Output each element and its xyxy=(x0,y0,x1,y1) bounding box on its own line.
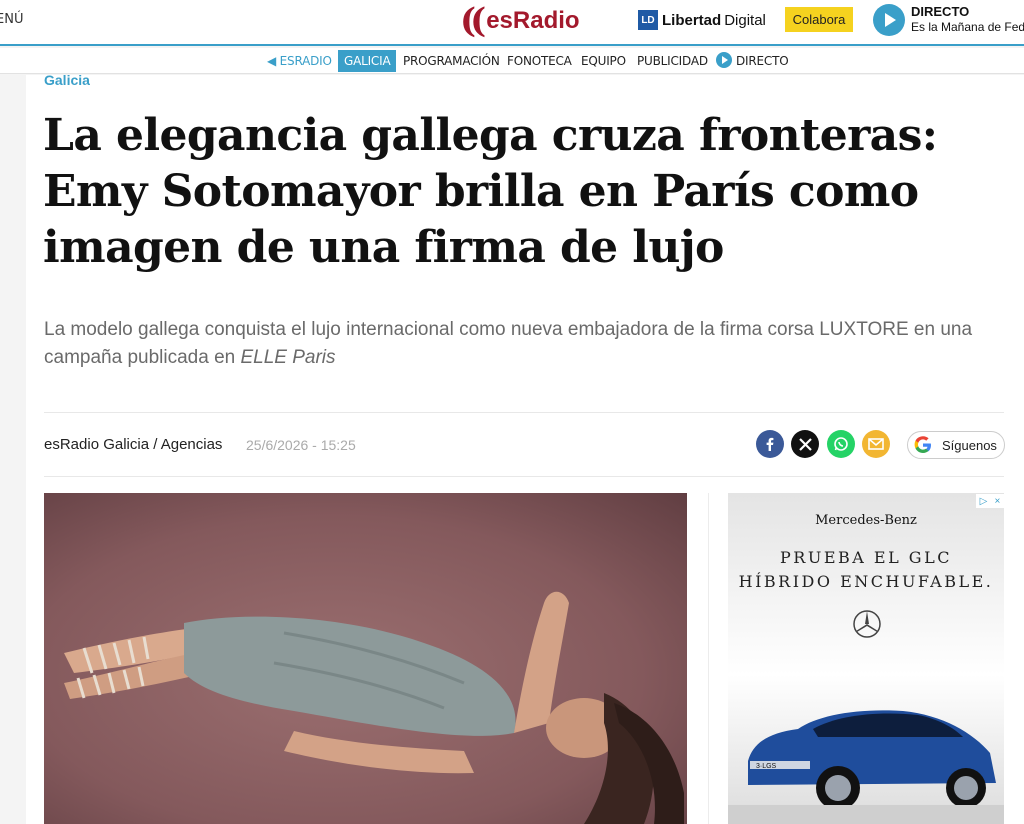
ad-close-icon[interactable]: × xyxy=(995,496,1001,507)
article-date: 25/6/2026 - 15:25 xyxy=(246,437,356,453)
colabora-button[interactable]: Colabora xyxy=(785,7,853,32)
libertad-digital-link[interactable]: LD Libertad Digital xyxy=(638,10,766,30)
partner-name-bold: Libertad xyxy=(662,11,722,29)
live-show: Es la Mañana de Fed xyxy=(911,20,1024,34)
live-title: DIRECTO xyxy=(911,4,970,19)
section-nav: ◀ ESRADIO GALICIA PROGRAMACIÓN FONOTECA … xyxy=(0,48,1024,74)
section-label[interactable]: Galicia xyxy=(44,72,90,88)
article-author: esRadio Galicia / Agencias xyxy=(44,436,223,453)
menu-button[interactable]: ENÚ xyxy=(0,12,23,27)
subtitle-publication: ELLE Paris xyxy=(240,347,336,368)
esradio-logo[interactable]: (( esRadio xyxy=(460,2,580,40)
ld-logo-icon: LD xyxy=(638,10,658,30)
article-photo[interactable] xyxy=(44,493,687,824)
nav-item-fonoteca[interactable]: FONOTECA xyxy=(507,50,572,72)
email-icon xyxy=(868,438,884,450)
model-photo-illustration xyxy=(44,493,687,824)
nav-item-programacion[interactable]: PROGRAMACIÓN xyxy=(403,50,500,72)
plate-text: 3·LGS xyxy=(756,763,777,770)
adchoices-play-icon: ▷ xyxy=(979,495,988,507)
article-subtitle: La modelo gallega conquista el lujo inte… xyxy=(44,316,994,372)
column-divider xyxy=(708,493,709,824)
nav-item-equipo[interactable]: EQUIPO xyxy=(581,50,626,72)
subtitle-text: La modelo gallega conquista el lujo inte… xyxy=(44,319,973,368)
live-info[interactable]: DIRECTO Es la Mañana de Fed xyxy=(911,4,1024,34)
facebook-icon xyxy=(766,437,774,451)
play-live-button[interactable] xyxy=(873,4,905,36)
whatsapp-share-button[interactable] xyxy=(827,430,855,458)
email-share-button[interactable] xyxy=(862,430,890,458)
adchoices-icon[interactable]: ▷ × xyxy=(976,494,1004,508)
nav-item-directo[interactable]: DIRECTO xyxy=(716,50,789,72)
logo-name: esRadio xyxy=(486,7,580,34)
nav-item-publicidad[interactable]: PUBLICIDAD xyxy=(637,50,708,72)
x-share-button[interactable] xyxy=(791,430,819,458)
whatsapp-icon xyxy=(834,437,848,451)
partner-name-rest: Digital xyxy=(724,11,766,29)
google-follow-button[interactable]: Síguenos xyxy=(907,431,1005,459)
divider xyxy=(44,412,1004,413)
play-icon xyxy=(885,13,896,27)
advertisement[interactable]: Mercedes-Benz PRUEBA EL GLC HÍBRIDO ENCH… xyxy=(728,493,1004,824)
live-play-icon xyxy=(716,52,732,68)
facebook-share-button[interactable] xyxy=(756,430,784,458)
logo-paren: (( xyxy=(460,1,486,41)
article-headline: La elegancia gallega cruza fronteras: Em… xyxy=(43,110,938,273)
divider xyxy=(44,476,1004,477)
x-icon xyxy=(798,437,812,451)
nav-back-esradio[interactable]: ◀ ESRADIO xyxy=(267,50,332,72)
follow-label: Síguenos xyxy=(942,437,997,453)
top-header: ENÚ (( esRadio LD Libertad Digital Colab… xyxy=(0,0,1024,46)
google-icon xyxy=(914,436,931,453)
nav-item-galicia[interactable]: GALICIA xyxy=(338,50,397,72)
car-illustration: 3·LGS xyxy=(728,710,1004,824)
nav-directo-label: DIRECTO xyxy=(736,54,789,68)
